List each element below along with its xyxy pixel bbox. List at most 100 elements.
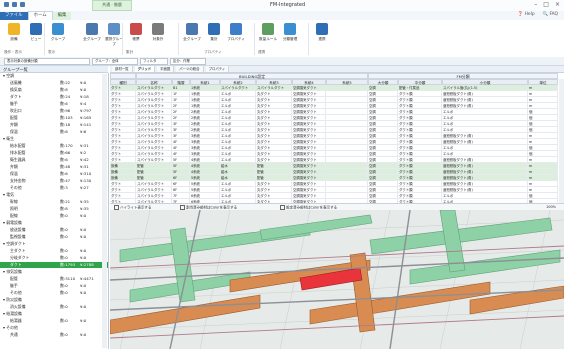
faq-link[interactable]: 🔍 FAQ	[543, 12, 558, 17]
tree-item[interactable]: 弁類 数:48 ¥:31	[0, 164, 108, 170]
ribbon-button-10[interactable]: 数量ルール	[258, 23, 278, 42]
tree-item[interactable]: 弁類 数:18 ¥:141	[0, 122, 108, 128]
tree-item[interactable]: 消火設備 数:0 ¥:0	[0, 304, 108, 310]
tree-category[interactable]: ▾ 排気設備	[0, 269, 108, 275]
tree-item-label: ▾ 給湯設備	[3, 311, 22, 316]
tree-item[interactable]: ダクト 数:24 ¥:18	[0, 94, 108, 100]
tree-category[interactable]: ▾ その他	[0, 325, 108, 331]
tree-item[interactable]: 支持金物 数:47 ¥:130	[0, 178, 108, 184]
tree-item[interactable]: 送風機 数:22 ¥:0	[0, 80, 108, 86]
tree-item[interactable]: 配管 数:3110 ¥:4471	[0, 276, 108, 282]
tree-item-label: 照明	[10, 206, 18, 211]
duct-model-render[interactable]	[110, 210, 564, 349]
ribbon-button-12[interactable]: 連携	[312, 23, 332, 42]
tree-item[interactable]: 共通 数:0 ¥:0	[0, 332, 108, 338]
tree-item-label: ダクト	[10, 262, 22, 267]
tree-item[interactable]: 給水配管 数:170 ¥:31	[0, 143, 108, 149]
ribbon-button-3[interactable]: 全グループ	[82, 23, 102, 42]
tree-item[interactable]: 衛生器具 数:6 ¥:42	[0, 157, 108, 163]
grid-scrollbar[interactable]	[559, 79, 564, 203]
tree-item[interactable]: 配線 数:0 ¥:0	[0, 213, 108, 219]
tree-category[interactable]: ▾ 電気	[0, 192, 108, 198]
tree-item-label: 吹出口	[10, 108, 22, 113]
ribbon-button-1[interactable]: ビュー	[26, 23, 46, 42]
tree-item[interactable]: 保温 数:6 ¥:310	[0, 171, 108, 177]
ribbon-button-label: 分類管理	[282, 37, 298, 41]
tree-item[interactable]: 保温 数:6 ¥:6	[0, 129, 108, 135]
ribbon-button-2[interactable]: グループ	[48, 23, 68, 42]
tree-category[interactable]: ▾ 弱電設備	[0, 220, 108, 226]
tree-item[interactable]: 幹線 数:21 ¥:35	[0, 199, 108, 205]
tab-file[interactable]: ファイル	[0, 12, 28, 20]
ribbon-button-4[interactable]: 選択グループ	[104, 23, 124, 47]
tree-category[interactable]: ▾ 衛生	[0, 136, 108, 142]
tree-item[interactable]: 継手 数:6 ¥:4	[0, 101, 108, 107]
3d-model-view[interactable]	[110, 210, 564, 349]
filter-equipment-class[interactable]: 表示対象の設備分類	[4, 58, 90, 65]
grid-tab[interactable]: パーツの統合	[176, 66, 204, 72]
tree-item-label: 換気扇	[10, 87, 22, 92]
tree-item[interactable]: 照明 数:8 ¥:35	[0, 206, 108, 212]
tree-item-count: 数:0	[60, 234, 68, 239]
ribbon-button-0[interactable]: 設備	[4, 23, 24, 42]
tree-item-label: ▾ その他	[3, 325, 18, 330]
tree-item-label: 幹線	[10, 199, 18, 204]
maximize-icon[interactable]: □	[543, 1, 549, 8]
tree-item[interactable]: その他 数:0 ¥:0	[0, 290, 108, 296]
ribbon-separator	[308, 23, 309, 55]
ribbon-button-label: 連携	[318, 37, 326, 41]
ribbon-button-9[interactable]: プロパティ	[226, 23, 246, 42]
close-icon[interactable]: ×	[555, 1, 560, 8]
tree-item[interactable]: 配管 数:103 ¥:165	[0, 115, 108, 121]
ribbon-button-8[interactable]: 集計	[204, 23, 224, 42]
tree-item-label: ▾ 防災設備	[3, 297, 22, 302]
tree-item[interactable]: 継手 数:0 ¥:0	[0, 283, 108, 289]
tree-category[interactable]: ▾ 防災設備	[0, 297, 108, 303]
tree-item[interactable]: 放送設備 数:0 ¥:0	[0, 227, 108, 233]
tree-category[interactable]: ▾ 給湯設備	[0, 311, 108, 317]
tree-item-label: 継手	[10, 101, 18, 106]
tree-item[interactable]: 主ダクト 数:0 ¥:0	[0, 248, 108, 254]
tree-scrollbar[interactable]	[102, 74, 107, 348]
tree-item-label: 監視設備	[10, 234, 26, 239]
ribbon-button-6[interactable]: 対象外	[148, 23, 168, 42]
filter-button[interactable]: フィルタ	[140, 58, 168, 65]
tree-item[interactable]: 分岐ダクト 数:0 ¥:0	[0, 255, 108, 261]
minimize-icon[interactable]: –	[534, 1, 537, 8]
link-icon	[316, 23, 328, 35]
zoom-level[interactable]: 100%	[546, 205, 556, 209]
tree-item[interactable]: 吹出口 数:96 ¥:797	[0, 108, 108, 114]
tree-item-cost: ¥:141	[80, 122, 92, 127]
report-icon	[130, 23, 142, 35]
grid-tab[interactable]: プロパティ	[205, 66, 230, 72]
ribbon-button-11[interactable]: 分類管理	[280, 23, 300, 42]
tree-item[interactable]: 換気扇 数:8 ¥:0	[0, 87, 108, 93]
grid-tab[interactable]: 部材一覧	[112, 66, 133, 72]
filter-group[interactable]: グループ：全体	[92, 58, 138, 65]
tree-item[interactable]: 排水配管 数:66 ¥:2	[0, 150, 108, 156]
tree-item[interactable]: 給湯器 数:0 ¥:0	[0, 318, 108, 324]
group-tree: ▾ 空調 送風機 数:22 ¥:0 換気扇 数:8 ¥:0 ダクト 数:24 ¥:18 継手 数:6 ¥…	[0, 73, 109, 349]
quick-access-toolbar[interactable]	[4, 2, 25, 7]
title-bar: 共通 · 階層 FM-Integrated – □ ×	[0, 0, 564, 11]
tree-item-count: 数:22	[60, 80, 71, 85]
tree-item[interactable]: 監視設備 数:0 ¥:0	[0, 234, 108, 240]
tree-item-cost: ¥:0	[80, 234, 87, 239]
tab-home[interactable]: ホーム	[27, 11, 53, 20]
tree-category[interactable]: ▾ 空調	[0, 73, 108, 79]
tree-item[interactable]: その他 数:3 ¥:27	[0, 185, 108, 191]
tree-item[interactable]: ダクト 数:1793 ¥:2788	[0, 262, 108, 268]
filter-category[interactable]: 区分：作業	[170, 58, 206, 65]
grid-tab-bar: 部材一覧 グリッド 平面図 パーツの統合 プロパティ	[110, 66, 564, 73]
ribbon-button-7[interactable]: 全グループ	[182, 23, 202, 42]
tree-category[interactable]: ▾ 空調ダクト	[0, 241, 108, 247]
grid-tab[interactable]: 平面図	[157, 66, 175, 72]
ribbon-button-5[interactable]: 帳票	[126, 23, 146, 42]
tab-edit[interactable]: 編集	[52, 12, 72, 20]
tree-item-label: ダクト	[10, 94, 22, 99]
grid-tab[interactable]: グリッド	[134, 66, 156, 72]
tree-item-label: ▾ 空調ダクト	[3, 241, 26, 246]
help-link[interactable]: ❓ Help	[518, 12, 535, 17]
ribbon-group-label: 集計	[126, 50, 134, 54]
window-controls[interactable]: – □ ×	[534, 1, 560, 8]
